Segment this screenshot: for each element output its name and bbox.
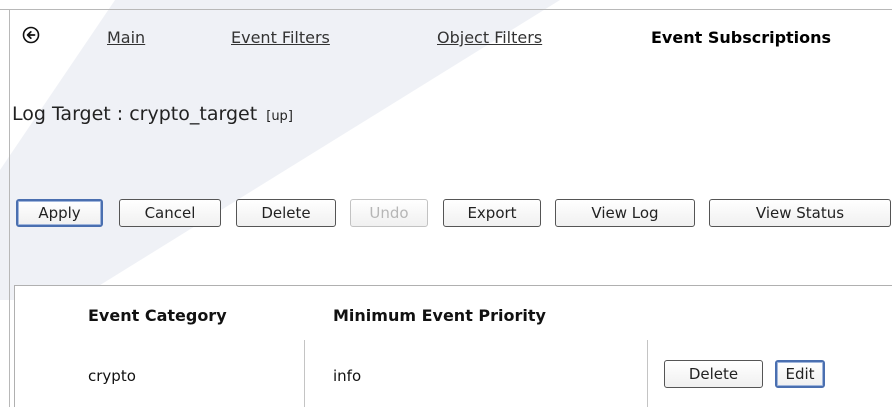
- view-log-button[interactable]: View Log: [555, 199, 695, 227]
- event-subscriptions-page: Main Event Filters Object Filters Event …: [0, 0, 892, 407]
- column-divider: [304, 340, 305, 407]
- back-arrow-icon[interactable]: [22, 26, 40, 44]
- subscriptions-table: [14, 285, 892, 407]
- tab-object-filters[interactable]: Object Filters: [437, 28, 542, 47]
- table-cell-category: crypto: [88, 367, 136, 385]
- log-target-title: Log Target : crypto_target: [12, 103, 258, 125]
- tab-event-filters[interactable]: Event Filters: [231, 28, 330, 47]
- view-status-button[interactable]: View Status: [709, 199, 891, 227]
- frame-left-border: [9, 9, 10, 407]
- export-button[interactable]: Export: [443, 199, 541, 227]
- row-delete-button[interactable]: Delete: [664, 360, 763, 388]
- column-header-event-category: Event Category: [88, 306, 227, 325]
- column-header-minimum-event-priority: Minimum Event Priority: [333, 306, 546, 325]
- table-cell-priority: info: [333, 367, 362, 385]
- column-divider: [647, 340, 648, 407]
- tab-event-subscriptions: Event Subscriptions: [651, 28, 832, 47]
- delete-button[interactable]: Delete: [236, 199, 336, 227]
- frame-top-border: [0, 9, 892, 10]
- apply-button[interactable]: Apply: [16, 199, 103, 227]
- row-edit-button[interactable]: Edit: [775, 360, 825, 388]
- undo-button: Undo: [350, 199, 428, 227]
- page-title: Log Target : crypto_target [up]: [12, 103, 293, 125]
- cancel-button[interactable]: Cancel: [119, 199, 221, 227]
- status-badge: [up]: [266, 109, 293, 124]
- tab-main[interactable]: Main: [107, 28, 145, 47]
